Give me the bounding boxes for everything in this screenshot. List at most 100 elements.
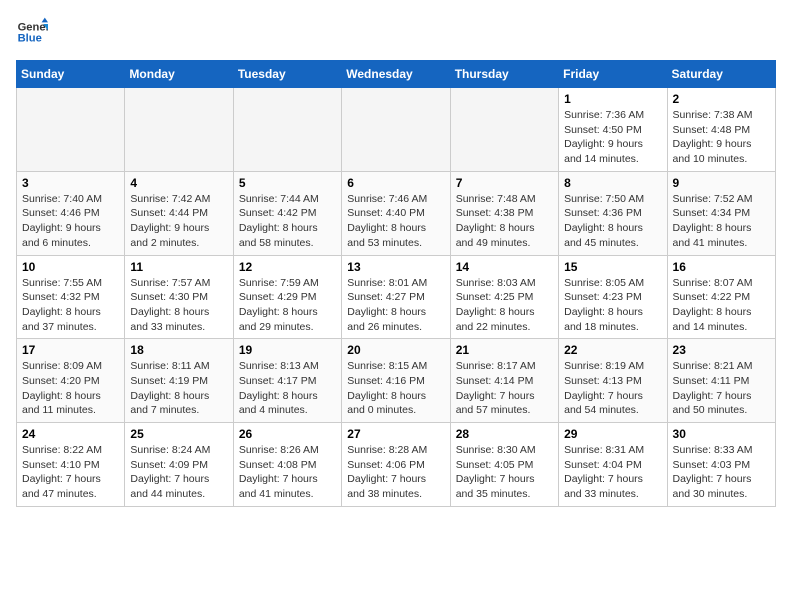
calendar-day-cell: 10 Sunrise: 7:55 AM Sunset: 4:32 PM Dayli…: [17, 255, 125, 339]
calendar-day-cell: 18 Sunrise: 8:11 AM Sunset: 4:19 PM Dayli…: [125, 339, 233, 423]
day-number: 18: [130, 343, 227, 357]
day-info: Sunrise: 8:33 AM Sunset: 4:03 PM Dayligh…: [673, 443, 770, 502]
day-info: Sunrise: 7:50 AM Sunset: 4:36 PM Dayligh…: [564, 192, 661, 251]
calendar-day-cell: 25 Sunrise: 8:24 AM Sunset: 4:09 PM Dayli…: [125, 423, 233, 507]
day-info: Sunrise: 7:59 AM Sunset: 4:29 PM Dayligh…: [239, 276, 336, 335]
calendar-day-cell: 24Sunrise: 8:22 AM Sunset: 4:10 PM Dayli…: [17, 423, 125, 507]
day-number: 5: [239, 176, 336, 190]
day-number: 4: [130, 176, 227, 190]
day-of-week-header: Saturday: [667, 61, 775, 88]
day-info: Sunrise: 8:09 AM Sunset: 4:20 PM Dayligh…: [22, 359, 119, 418]
day-of-week-header: Monday: [125, 61, 233, 88]
calendar-day-cell: 3 Sunrise: 7:40 AM Sunset: 4:46 PM Daylig…: [17, 171, 125, 255]
day-number: 15: [564, 260, 661, 274]
day-of-week-header: Tuesday: [233, 61, 341, 88]
calendar-day-cell: 8 Sunrise: 7:50 AM Sunset: 4:36 PM Daylig…: [559, 171, 667, 255]
calendar-day-cell: 27 Sunrise: 8:28 AM Sunset: 4:06 PM Dayli…: [342, 423, 450, 507]
calendar-day-cell: [450, 88, 558, 172]
day-number: 25: [130, 427, 227, 441]
day-number: 6: [347, 176, 444, 190]
calendar-day-cell: 30 Sunrise: 8:33 AM Sunset: 4:03 PM Dayli…: [667, 423, 775, 507]
calendar-day-cell: 26Sunrise: 8:26 AM Sunset: 4:08 PM Dayli…: [233, 423, 341, 507]
day-info: Sunrise: 8:19 AM Sunset: 4:13 PM Dayligh…: [564, 359, 661, 418]
day-info: Sunrise: 8:30 AM Sunset: 4:05 PM Dayligh…: [456, 443, 553, 502]
day-number: 28: [456, 427, 553, 441]
day-number: 7: [456, 176, 553, 190]
day-number: 3: [22, 176, 119, 190]
calendar-day-cell: 20 Sunrise: 8:15 AM Sunset: 4:16 PM Dayli…: [342, 339, 450, 423]
calendar-week-row: 17 Sunrise: 8:09 AM Sunset: 4:20 PM Dayli…: [17, 339, 776, 423]
day-of-week-header: Friday: [559, 61, 667, 88]
day-number: 10: [22, 260, 119, 274]
day-info: Sunrise: 7:42 AM Sunset: 4:44 PM Dayligh…: [130, 192, 227, 251]
calendar-day-cell: 28 Sunrise: 8:30 AM Sunset: 4:05 PM Dayli…: [450, 423, 558, 507]
day-info: Sunrise: 8:17 AM Sunset: 4:14 PM Dayligh…: [456, 359, 553, 418]
calendar-day-cell: 17 Sunrise: 8:09 AM Sunset: 4:20 PM Dayli…: [17, 339, 125, 423]
day-number: 1: [564, 92, 661, 106]
calendar-day-cell: 23 Sunrise: 8:21 AM Sunset: 4:11 PM Dayli…: [667, 339, 775, 423]
calendar-day-cell: 9 Sunrise: 7:52 AM Sunset: 4:34 PM Daylig…: [667, 171, 775, 255]
calendar-day-cell: 22 Sunrise: 8:19 AM Sunset: 4:13 PM Dayli…: [559, 339, 667, 423]
svg-text:General: General: [18, 21, 48, 33]
page-header: General Blue: [16, 16, 776, 48]
day-info: Sunrise: 8:03 AM Sunset: 4:25 PM Dayligh…: [456, 276, 553, 335]
day-number: 16: [673, 260, 770, 274]
day-number: 11: [130, 260, 227, 274]
day-info: Sunrise: 7:48 AM Sunset: 4:38 PM Dayligh…: [456, 192, 553, 251]
calendar-table: SundayMondayTuesdayWednesdayThursdayFrid…: [16, 60, 776, 507]
day-number: 20: [347, 343, 444, 357]
calendar-week-row: 1 Sunrise: 7:36 AM Sunset: 4:50 PM Daylig…: [17, 88, 776, 172]
calendar-day-cell: [233, 88, 341, 172]
day-info: Sunrise: 8:05 AM Sunset: 4:23 PM Dayligh…: [564, 276, 661, 335]
logo: General Blue: [16, 16, 48, 48]
calendar-day-cell: 11Sunrise: 7:57 AM Sunset: 4:30 PM Dayli…: [125, 255, 233, 339]
day-info: Sunrise: 7:38 AM Sunset: 4:48 PM Dayligh…: [673, 108, 770, 167]
day-number: 13: [347, 260, 444, 274]
day-of-week-header: Thursday: [450, 61, 558, 88]
day-number: 30: [673, 427, 770, 441]
day-info: Sunrise: 7:40 AM Sunset: 4:46 PM Dayligh…: [22, 192, 119, 251]
day-info: Sunrise: 8:22 AM Sunset: 4:10 PM Dayligh…: [22, 443, 119, 502]
day-info: Sunrise: 8:13 AM Sunset: 4:17 PM Dayligh…: [239, 359, 336, 418]
day-number: 27: [347, 427, 444, 441]
day-number: 23: [673, 343, 770, 357]
day-number: 21: [456, 343, 553, 357]
day-info: Sunrise: 8:15 AM Sunset: 4:16 PM Dayligh…: [347, 359, 444, 418]
day-number: 29: [564, 427, 661, 441]
day-info: Sunrise: 7:46 AM Sunset: 4:40 PM Dayligh…: [347, 192, 444, 251]
calendar-day-cell: 5Sunrise: 7:44 AM Sunset: 4:42 PM Daylig…: [233, 171, 341, 255]
calendar-week-row: 24Sunrise: 8:22 AM Sunset: 4:10 PM Dayli…: [17, 423, 776, 507]
calendar-day-cell: 13Sunrise: 8:01 AM Sunset: 4:27 PM Dayli…: [342, 255, 450, 339]
day-number: 17: [22, 343, 119, 357]
day-number: 22: [564, 343, 661, 357]
day-number: 19: [239, 343, 336, 357]
calendar-day-cell: [125, 88, 233, 172]
day-number: 14: [456, 260, 553, 274]
calendar-day-cell: 14 Sunrise: 8:03 AM Sunset: 4:25 PM Dayli…: [450, 255, 558, 339]
day-info: Sunrise: 7:36 AM Sunset: 4:50 PM Dayligh…: [564, 108, 661, 167]
day-info: Sunrise: 8:28 AM Sunset: 4:06 PM Dayligh…: [347, 443, 444, 502]
logo-icon: General Blue: [16, 16, 48, 48]
calendar-header-row: SundayMondayTuesdayWednesdayThursdayFrid…: [17, 61, 776, 88]
calendar-day-cell: 21 Sunrise: 8:17 AM Sunset: 4:14 PM Dayli…: [450, 339, 558, 423]
day-info: Sunrise: 8:07 AM Sunset: 4:22 PM Dayligh…: [673, 276, 770, 335]
day-info: Sunrise: 8:26 AM Sunset: 4:08 PM Dayligh…: [239, 443, 336, 502]
calendar-day-cell: [342, 88, 450, 172]
day-of-week-header: Sunday: [17, 61, 125, 88]
day-number: 8: [564, 176, 661, 190]
day-number: 2: [673, 92, 770, 106]
calendar-week-row: 10 Sunrise: 7:55 AM Sunset: 4:32 PM Dayli…: [17, 255, 776, 339]
calendar-day-cell: 1 Sunrise: 7:36 AM Sunset: 4:50 PM Daylig…: [559, 88, 667, 172]
day-info: Sunrise: 7:52 AM Sunset: 4:34 PM Dayligh…: [673, 192, 770, 251]
calendar-day-cell: 12Sunrise: 7:59 AM Sunset: 4:29 PM Dayli…: [233, 255, 341, 339]
day-info: Sunrise: 7:55 AM Sunset: 4:32 PM Dayligh…: [22, 276, 119, 335]
day-of-week-header: Wednesday: [342, 61, 450, 88]
day-info: Sunrise: 8:24 AM Sunset: 4:09 PM Dayligh…: [130, 443, 227, 502]
calendar-day-cell: [17, 88, 125, 172]
day-info: Sunrise: 8:11 AM Sunset: 4:19 PM Dayligh…: [130, 359, 227, 418]
calendar-day-cell: 7 Sunrise: 7:48 AM Sunset: 4:38 PM Daylig…: [450, 171, 558, 255]
calendar-day-cell: 16 Sunrise: 8:07 AM Sunset: 4:22 PM Dayli…: [667, 255, 775, 339]
svg-text:Blue: Blue: [18, 33, 42, 45]
day-number: 9: [673, 176, 770, 190]
day-info: Sunrise: 8:21 AM Sunset: 4:11 PM Dayligh…: [673, 359, 770, 418]
